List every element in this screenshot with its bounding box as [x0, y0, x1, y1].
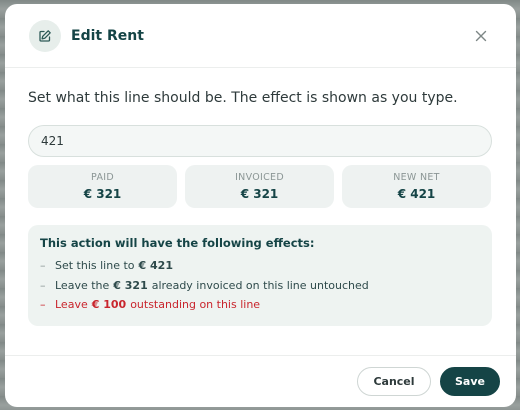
effect-amount: € 100	[91, 298, 127, 311]
effect-amount: € 421	[138, 259, 173, 272]
close-icon[interactable]	[470, 25, 492, 47]
dialog-body: Set what this line should be. The effect…	[5, 68, 516, 326]
stat-label: NEW NET	[393, 172, 440, 183]
stat-label: INVOICED	[235, 172, 284, 183]
effect-text: outstanding on this line	[130, 298, 261, 311]
effect-dash: –	[40, 278, 46, 292]
save-button[interactable]: Save	[440, 367, 500, 396]
edit-rent-dialog: Edit Rent Set what this line should be. …	[5, 4, 516, 407]
effect-item: – Leave the € 321 already invoiced on th…	[40, 279, 480, 293]
effect-dash: –	[40, 298, 46, 311]
effect-text: Leave the	[55, 278, 110, 292]
effect-item: – Set this line to € 421	[40, 259, 480, 273]
edit-pencil-icon	[29, 19, 61, 52]
stat-paid: PAID € 321	[28, 165, 177, 208]
effect-text: already invoiced on this line untouched	[151, 278, 369, 292]
effect-text: Leave	[55, 298, 88, 311]
cancel-button[interactable]: Cancel	[357, 367, 431, 396]
effects-list: – Set this line to € 421 – Leave the € 3…	[40, 259, 480, 312]
intro-text: Set what this line should be. The effect…	[28, 90, 458, 106]
stat-label: PAID	[91, 172, 114, 183]
effect-item-warning: – Leave € 100 outstanding on this line	[40, 298, 480, 312]
stat-value: € 321	[240, 187, 279, 201]
stat-value: € 321	[83, 187, 122, 201]
effects-title: This action will have the following effe…	[40, 236, 315, 250]
effects-panel: This action will have the following effe…	[28, 225, 492, 326]
stat-invoiced: INVOICED € 321	[185, 165, 334, 208]
dialog-title: Edit Rent	[71, 27, 144, 44]
effect-text: Set this line to	[55, 259, 135, 272]
summary-stats: PAID € 321 INVOICED € 321 NEW NET € 421	[28, 165, 493, 208]
effect-amount: € 321	[113, 278, 148, 292]
stat-value: € 421	[397, 187, 436, 201]
rent-amount-input[interactable]	[28, 125, 492, 157]
dialog-footer: Cancel Save	[5, 355, 516, 407]
effect-dash: –	[40, 259, 46, 272]
dialog-header: Edit Rent	[5, 4, 516, 68]
stat-new-net: NEW NET € 421	[342, 165, 491, 208]
